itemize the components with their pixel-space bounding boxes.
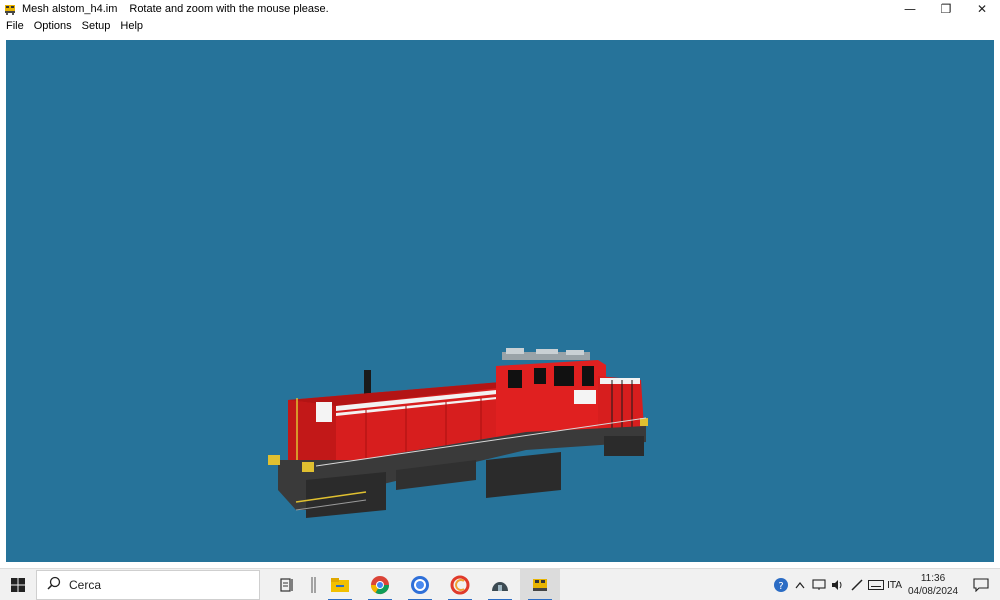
clock-date: 04/08/2024 xyxy=(907,586,959,597)
svg-text:?: ? xyxy=(778,581,783,592)
close-button[interactable]: ✕ xyxy=(964,0,1000,18)
mesh-viewer-icon[interactable] xyxy=(520,568,560,600)
menu-bar: File Options Setup Help xyxy=(0,18,1000,34)
locomotive-model xyxy=(268,348,648,518)
notification-icon[interactable] xyxy=(962,569,1000,600)
network-icon[interactable] xyxy=(809,569,828,600)
help-icon[interactable]: ? xyxy=(771,569,790,600)
volume-icon[interactable] xyxy=(828,569,847,600)
restore-button[interactable]: ❐ xyxy=(928,0,964,18)
taskbar: Cerca ? ITA 11:36 04/08/2024 xyxy=(0,568,1000,600)
system-tray: ? ITA 11:36 04/08/2024 xyxy=(771,569,1000,600)
search-icon xyxy=(47,576,61,593)
minimize-button[interactable]: — xyxy=(892,0,928,18)
menu-help[interactable]: Help xyxy=(115,20,148,32)
chrome-icon[interactable] xyxy=(360,569,400,600)
app-dome-icon[interactable] xyxy=(480,569,520,600)
pen-icon[interactable] xyxy=(847,569,866,600)
app-window: Mesh alstom_h4.im Rotate and zoom with t… xyxy=(0,0,1000,600)
search-placeholder: Cerca xyxy=(69,577,102,592)
locomotive-icon xyxy=(4,3,16,15)
window-title: Mesh alstom_h4.im xyxy=(22,3,118,15)
firefox-icon[interactable] xyxy=(400,569,440,600)
ccleaner-icon[interactable] xyxy=(440,569,480,600)
clock-time: 11:36 xyxy=(920,573,946,584)
menu-file[interactable]: File xyxy=(0,20,29,32)
language-indicator[interactable]: ITA xyxy=(885,569,904,600)
taskbar-search[interactable]: Cerca xyxy=(36,569,260,600)
file-explorer-icon[interactable] xyxy=(320,569,360,600)
title-bar[interactable]: Mesh alstom_h4.im Rotate and zoom with t… xyxy=(0,0,1000,18)
task-view-icon[interactable] xyxy=(268,569,308,600)
keyboard-icon[interactable] xyxy=(866,569,885,600)
windows-start-icon[interactable] xyxy=(0,569,36,600)
clock[interactable]: 11:36 04/08/2024 xyxy=(904,569,962,600)
chevron-up-icon[interactable] xyxy=(790,569,809,600)
3d-viewport[interactable] xyxy=(6,40,994,562)
window-hint: Rotate and zoom with the mouse please. xyxy=(129,3,329,15)
menu-options[interactable]: Options xyxy=(29,20,77,32)
menu-setup[interactable]: Setup xyxy=(77,20,116,32)
divider-icon xyxy=(308,569,320,600)
